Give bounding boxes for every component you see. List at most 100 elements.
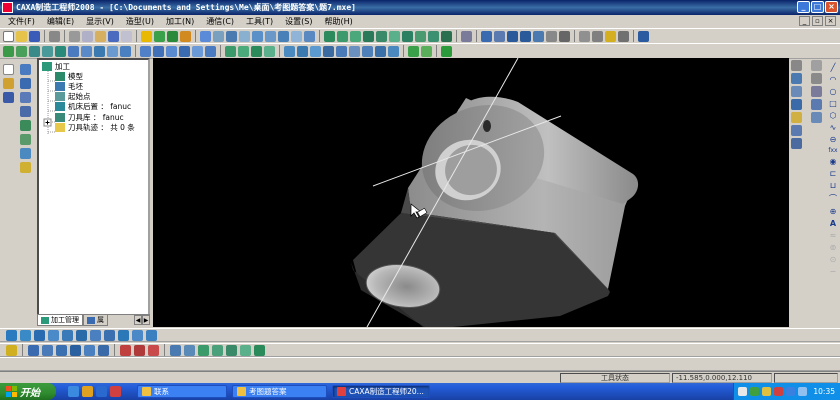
tray-icon[interactable] <box>798 387 807 396</box>
surface-edit-icon[interactable] <box>20 329 31 341</box>
feature-icon[interactable] <box>3 45 14 57</box>
tab-properties[interactable]: 属 <box>83 315 108 326</box>
surface-edit-icon[interactable] <box>118 329 129 341</box>
tray-icon[interactable] <box>738 387 747 396</box>
view-icon[interactable] <box>265 30 276 42</box>
task-button-contacts[interactable]: 联系 <box>137 385 227 398</box>
tree-item-machine-post[interactable]: 机床后置 ： fanuc <box>55 101 131 111</box>
feature-icon[interactable] <box>238 45 249 57</box>
feature-icon[interactable] <box>349 45 360 57</box>
curve-edit-icon[interactable] <box>84 344 95 356</box>
feature-icon[interactable] <box>205 45 216 57</box>
feature-icon[interactable] <box>297 45 308 57</box>
curve-edit-icon[interactable] <box>42 344 53 356</box>
pan-icon[interactable] <box>559 30 570 42</box>
line-icon[interactable]: ╱ <box>831 63 836 72</box>
surface-edit-icon[interactable] <box>6 329 17 341</box>
task-button-caxa[interactable]: CAXA制造工程师20... <box>332 385 430 398</box>
mdi-minimize-button[interactable]: _ <box>799 16 810 26</box>
shaded-icon[interactable] <box>605 30 616 42</box>
tool-icon[interactable] <box>790 138 802 149</box>
curve-edit-icon[interactable] <box>254 344 265 356</box>
polygon-icon[interactable]: ⬡ <box>830 111 837 120</box>
surface-icon[interactable] <box>337 30 348 42</box>
tool-icon[interactable] <box>790 125 802 136</box>
feature-icon[interactable] <box>225 45 236 57</box>
3d-viewport[interactable] <box>153 57 789 328</box>
view-icon[interactable] <box>20 120 31 131</box>
tool-icon[interactable] <box>790 99 802 110</box>
tree-item-toolpaths[interactable]: 刀具轨迹 ： 共 0 条 <box>55 122 135 132</box>
view-icon[interactable] <box>200 30 211 42</box>
tree-item-machining[interactable]: 加工 <box>42 61 70 71</box>
curve-edit-icon[interactable] <box>6 344 17 356</box>
zoom-window-icon[interactable] <box>494 30 505 42</box>
feature-icon[interactable] <box>94 45 105 57</box>
tray-icon[interactable] <box>750 387 759 396</box>
pencil-icon[interactable] <box>3 78 14 89</box>
redo-icon[interactable] <box>121 30 132 42</box>
surface-icon[interactable] <box>441 30 452 42</box>
rotate-icon[interactable] <box>546 30 557 42</box>
feature-icon[interactable] <box>388 45 399 57</box>
tool-icon[interactable] <box>790 86 802 97</box>
tool-icon[interactable] <box>810 73 822 84</box>
task-button-answers[interactable]: 考图题答案 <box>232 385 327 398</box>
tree-item-blank[interactable]: 毛坯 <box>55 81 83 91</box>
menu-file[interactable]: 文件(F) <box>8 16 35 27</box>
paste-icon[interactable] <box>95 30 106 42</box>
curve-edit-icon[interactable] <box>226 344 237 356</box>
surface-icon[interactable] <box>350 30 361 42</box>
curve-edit-icon[interactable] <box>120 344 131 356</box>
formula-curve-icon[interactable]: fxx <box>828 147 837 154</box>
curve-edit-icon[interactable] <box>98 344 109 356</box>
feature-icon[interactable] <box>29 45 40 57</box>
menu-settings[interactable]: 设置(S) <box>285 16 312 27</box>
view-icon[interactable] <box>239 30 250 42</box>
menu-help[interactable]: 帮助(H) <box>325 16 353 27</box>
zoom-fit-icon[interactable] <box>533 30 544 42</box>
ellipse-icon[interactable]: ⊖ <box>830 135 837 144</box>
curve-edit-icon[interactable] <box>170 344 181 356</box>
surface-icon[interactable] <box>428 30 439 42</box>
curve-edit-icon[interactable] <box>148 344 159 356</box>
tree-item-tool-library[interactable]: 刀具库 ： fanuc <box>55 112 124 122</box>
view-icon[interactable] <box>20 92 31 103</box>
feature-icon[interactable] <box>153 45 164 57</box>
feature-icon[interactable] <box>42 45 53 57</box>
surface-edit-icon[interactable] <box>132 329 143 341</box>
view-icon[interactable] <box>20 78 31 89</box>
view-icon[interactable] <box>20 134 31 145</box>
minimize-button[interactable]: _ <box>797 1 810 13</box>
view-icon[interactable] <box>226 30 237 42</box>
view-icon[interactable] <box>304 30 315 42</box>
save-icon[interactable] <box>29 30 40 42</box>
feature-icon[interactable] <box>55 45 66 57</box>
extend-icon[interactable]: ⊕ <box>830 207 837 216</box>
feature-icon[interactable] <box>16 45 27 57</box>
copy-icon[interactable] <box>82 30 93 42</box>
snap-icon[interactable] <box>421 45 432 57</box>
curve-edit-icon[interactable] <box>28 344 39 356</box>
offset-icon[interactable]: ⊏ <box>830 169 837 178</box>
feature-icon[interactable] <box>107 45 118 57</box>
circle-icon[interactable]: ○ <box>830 87 837 96</box>
view-icon[interactable] <box>278 30 289 42</box>
quick-launch-icon[interactable] <box>96 386 107 397</box>
view-icon[interactable] <box>20 148 31 159</box>
light-icon[interactable] <box>141 30 152 42</box>
help-pointer-icon[interactable] <box>638 30 649 42</box>
menu-edit[interactable]: 编辑(E) <box>47 16 74 27</box>
surface-icon[interactable] <box>389 30 400 42</box>
cube-icon[interactable] <box>3 92 14 103</box>
curve-edit-icon[interactable] <box>212 344 223 356</box>
edit-curve-icon[interactable]: ≈ <box>830 231 837 240</box>
curve-edit-icon[interactable] <box>70 344 81 356</box>
tab-scroll-right-icon[interactable]: ▶ <box>142 315 150 325</box>
view-icon[interactable] <box>291 30 302 42</box>
start-button[interactable]: 开始 <box>0 383 56 400</box>
trim-icon[interactable]: ⊔ <box>830 181 836 190</box>
tree-item-start-point[interactable]: 起始点 <box>55 91 91 101</box>
feature-icon[interactable] <box>264 45 275 57</box>
surface-edit-icon[interactable] <box>90 329 101 341</box>
